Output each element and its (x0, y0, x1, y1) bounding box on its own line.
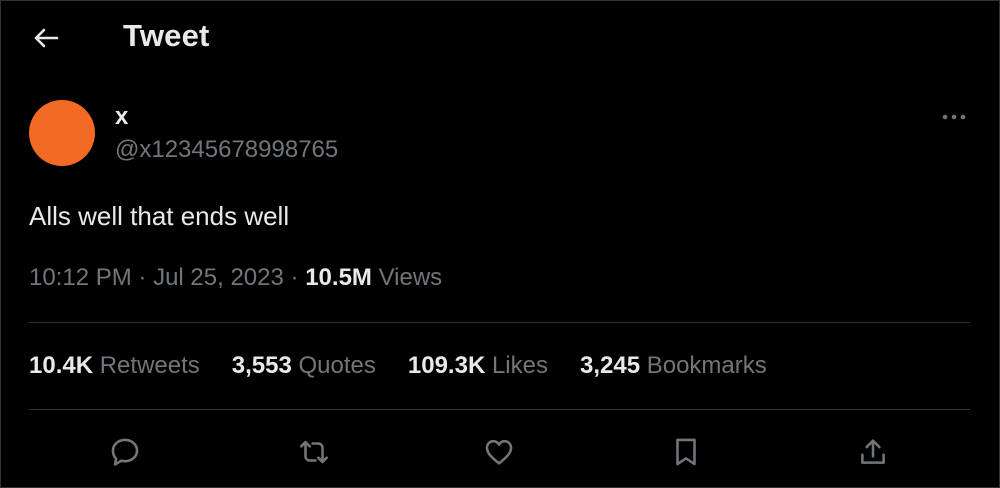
stat-label: Retweets (99, 352, 200, 379)
tweet-time[interactable]: 10:12 PM (29, 264, 132, 291)
share-button[interactable] (853, 432, 893, 472)
stat-count: 10.4K (29, 352, 94, 379)
author-handle[interactable]: @x12345678998765 (115, 136, 338, 164)
divider (29, 322, 970, 323)
retweet-button[interactable] (294, 432, 334, 472)
page-header: Tweet (0, 0, 1000, 72)
engagement-stats: 10.4K Retweets 3,553 Quotes 109.3K Likes… (29, 352, 799, 380)
heart-icon (485, 439, 513, 465)
share-icon (861, 439, 885, 464)
avatar[interactable] (29, 100, 95, 166)
bookmark-icon (676, 438, 696, 466)
meta-separator: · (290, 264, 299, 291)
tweet-meta: 10:12 PM · Jul 25, 2023 · 10.5M Views (29, 264, 442, 292)
back-button[interactable] (28, 20, 64, 56)
stat-count: 109.3K (407, 352, 486, 379)
stat-quotes[interactable]: 3,553 Quotes (232, 352, 376, 380)
bookmark-button[interactable] (666, 432, 706, 472)
stat-retweets[interactable]: 10.4K Retweets (29, 352, 200, 380)
more-options-button[interactable] (936, 104, 972, 130)
stat-label: Bookmarks (646, 352, 767, 379)
tweet-page (0, 0, 1000, 488)
stat-likes[interactable]: 109.3K Likes (408, 352, 548, 380)
author-display-name[interactable]: x (115, 103, 128, 131)
meta-separator: · (138, 264, 147, 291)
retweet-icon (299, 440, 329, 464)
views-count: 10.5M (305, 264, 372, 291)
page-title: Tweet (123, 18, 210, 53)
more-horizontal-icon (942, 114, 966, 120)
divider (29, 409, 970, 410)
reply-button[interactable] (105, 432, 145, 472)
like-button[interactable] (479, 432, 519, 472)
stat-label: Likes (491, 352, 548, 379)
stat-label: Quotes (298, 352, 376, 379)
views-label: Views (378, 264, 443, 291)
arrow-left-icon (34, 28, 59, 48)
tweet-date[interactable]: Jul 25, 2023 (153, 264, 284, 291)
reply-icon (111, 438, 139, 466)
stat-count: 3,245 (579, 352, 641, 379)
stat-bookmarks[interactable]: 3,245 Bookmarks (580, 352, 767, 380)
stat-count: 3,553 (231, 352, 292, 379)
tweet-text: Alls well that ends well (29, 201, 290, 231)
